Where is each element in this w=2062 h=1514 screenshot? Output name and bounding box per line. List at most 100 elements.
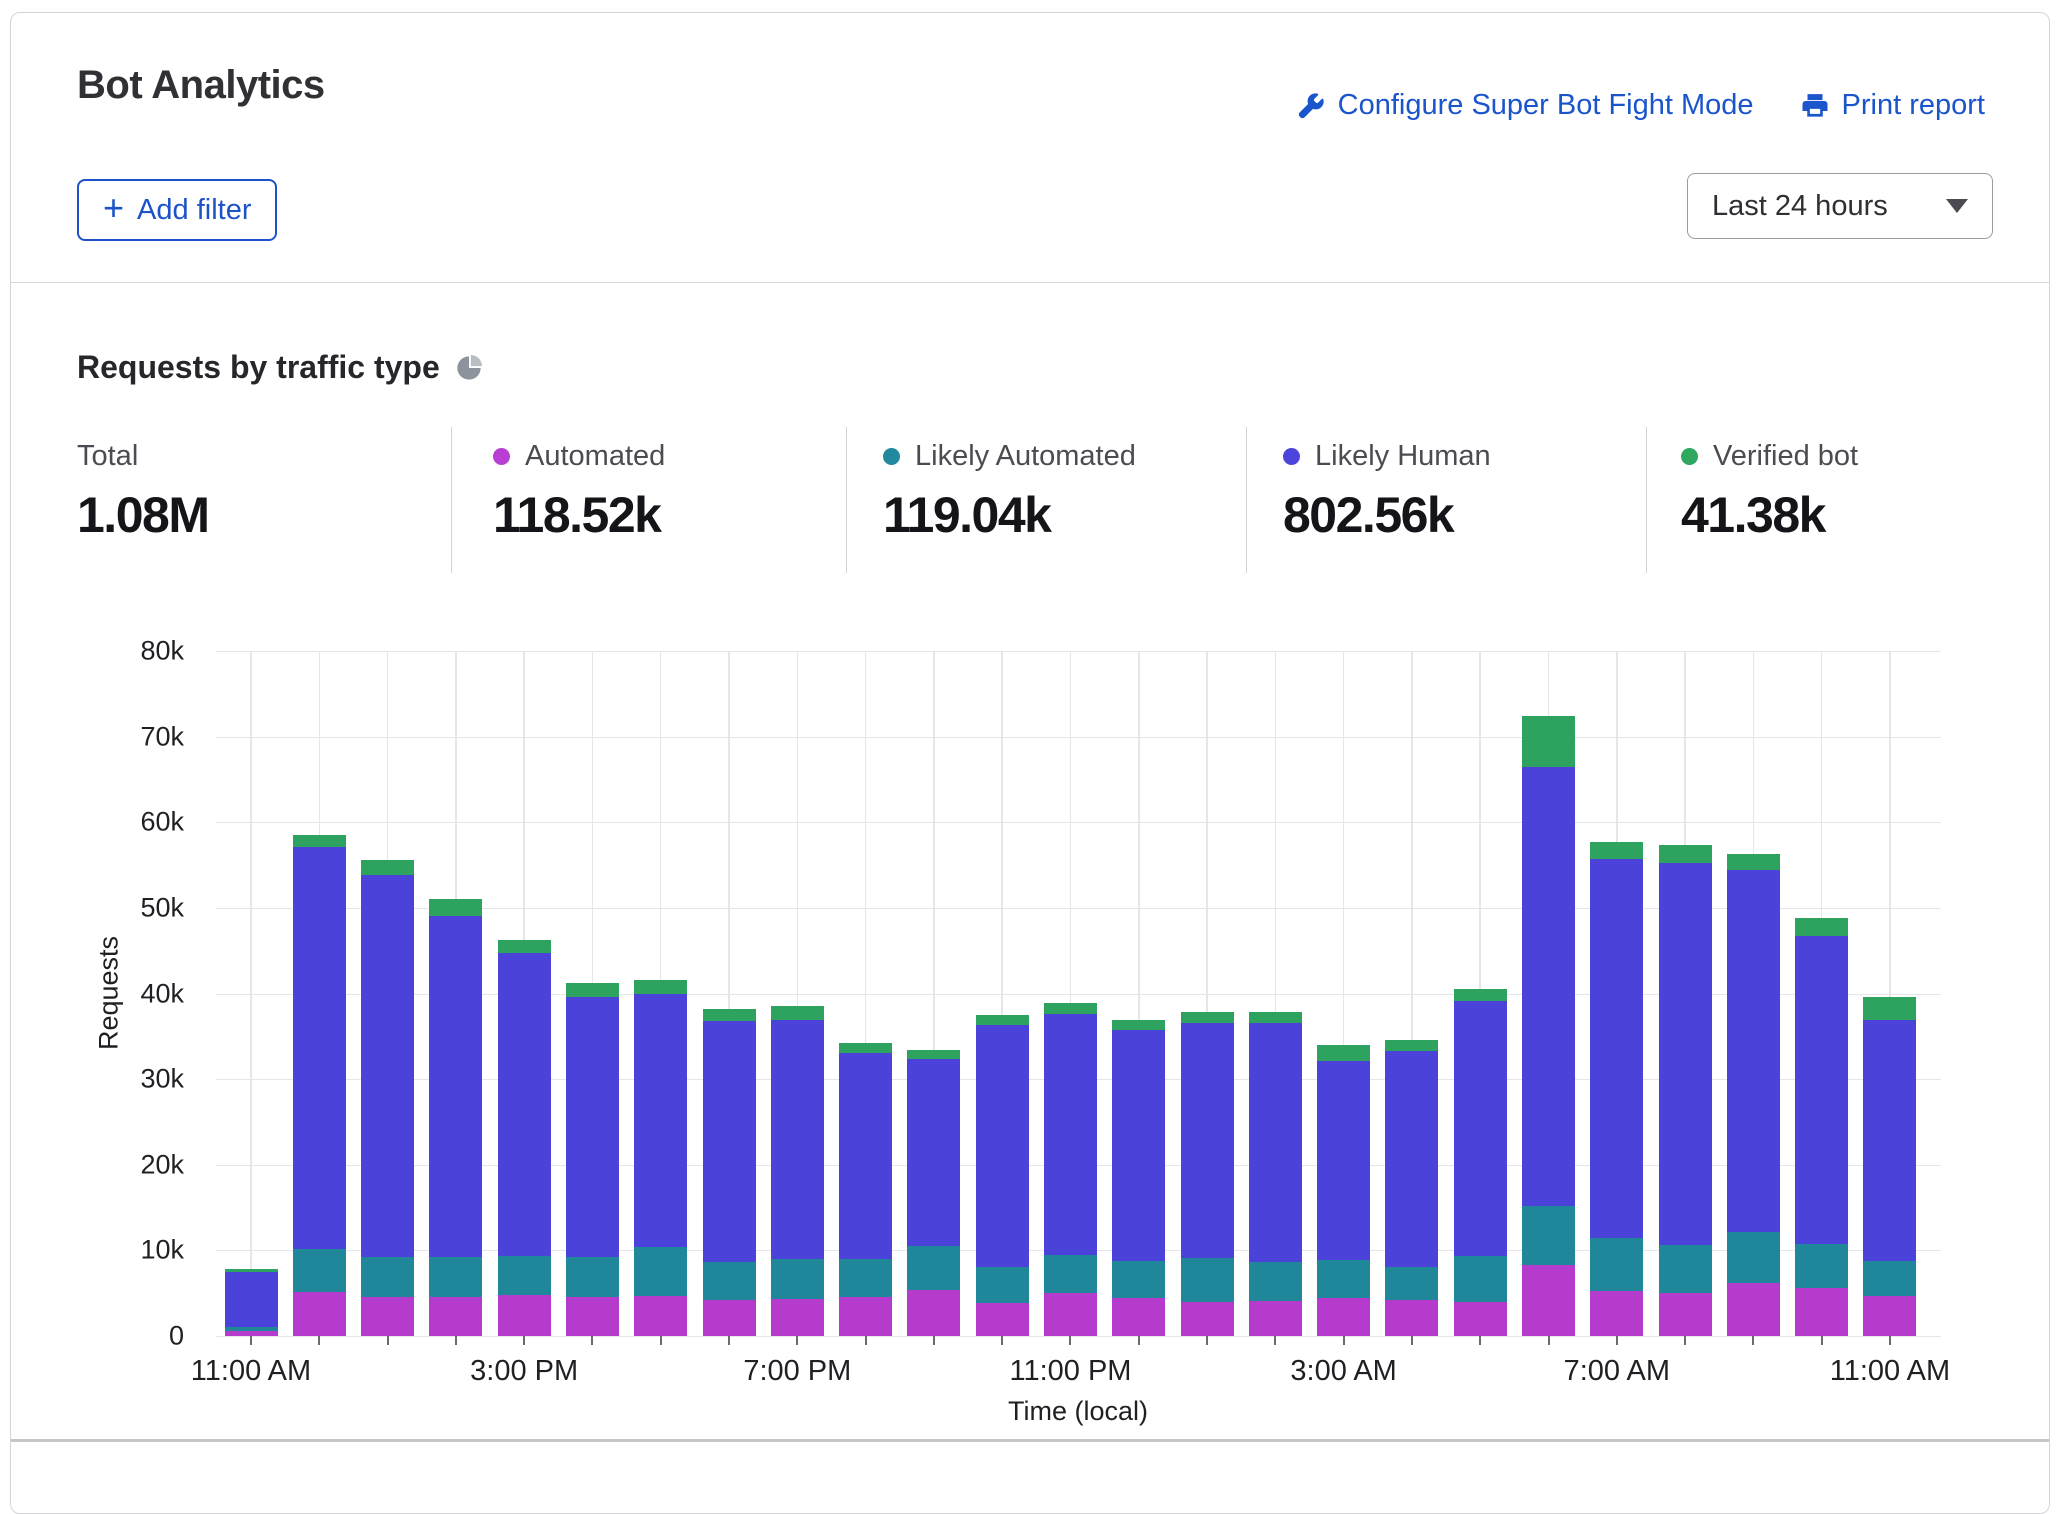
bar-segment-verified-bot[interactable] (1112, 1020, 1166, 1031)
bar-segment-verified-bot[interactable] (497, 940, 551, 954)
bar-13-1200am[interactable] (1112, 1020, 1166, 1336)
bar-23-1000am[interactable] (1795, 918, 1849, 1336)
bar-12-1100pm[interactable] (1043, 1002, 1097, 1336)
bar-segment-likely-human[interactable] (1112, 1030, 1166, 1261)
bar-15-200am[interactable] (1248, 1012, 1302, 1336)
bar-segment-verified-bot[interactable] (907, 1050, 961, 1060)
bar-segment-verified-bot[interactable] (429, 899, 483, 916)
bar-segment-verified-bot[interactable] (565, 983, 619, 997)
bar-segment-automated[interactable] (1522, 1264, 1575, 1336)
bar-segment-likely-automated[interactable] (1658, 1245, 1712, 1294)
bar-segment-verified-bot[interactable] (1043, 1002, 1097, 1015)
bar-segment-likely-human[interactable] (1180, 1022, 1234, 1259)
bar-17-400am[interactable] (1385, 1039, 1439, 1336)
bar-segment-likely-automated[interactable] (1863, 1260, 1917, 1296)
bar-segment-verified-bot[interactable] (1522, 716, 1575, 768)
bar-segment-automated[interactable] (1385, 1300, 1439, 1336)
bar-segment-likely-human[interactable] (839, 1053, 893, 1259)
bar-segment-likely-human[interactable] (1590, 859, 1644, 1239)
bar-24-1100am[interactable] (1863, 996, 1917, 1336)
bar-22-900am[interactable] (1726, 853, 1780, 1336)
bar-segment-likely-automated[interactable] (1522, 1205, 1575, 1265)
bar-segment-automated[interactable] (1043, 1293, 1097, 1336)
bar-segment-automated[interactable] (429, 1297, 483, 1336)
bar-18-500am[interactable] (1453, 989, 1507, 1336)
configure-super-bot-fight-mode-link[interactable]: Configure Super Bot Fight Mode (1296, 89, 1754, 122)
bar-segment-likely-human[interactable] (1795, 936, 1849, 1245)
bar-segment-likely-automated[interactable] (770, 1258, 824, 1300)
bar-segment-verified-bot[interactable] (1590, 841, 1644, 860)
bar-segment-automated[interactable] (361, 1297, 415, 1336)
bar-0-1100am[interactable] (224, 1269, 278, 1336)
bar-segment-likely-automated[interactable] (565, 1257, 619, 1298)
bar-segment-likely-automated[interactable] (975, 1266, 1029, 1303)
bar-segment-likely-automated[interactable] (292, 1248, 346, 1293)
time-range-select[interactable]: Last 24 hours (1687, 173, 1993, 239)
bar-segment-likely-human[interactable] (1248, 1023, 1302, 1263)
bar-2-100pm[interactable] (361, 859, 415, 1336)
bar-segment-verified-bot[interactable] (1726, 853, 1780, 871)
bar-segment-likely-human[interactable] (1317, 1061, 1371, 1260)
bar-segment-likely-human[interactable] (565, 996, 619, 1258)
bar-8-700pm[interactable] (770, 1006, 824, 1336)
bar-segment-verified-bot[interactable] (1180, 1012, 1234, 1023)
bar-segment-likely-human[interactable] (634, 993, 688, 1247)
bar-segment-verified-bot[interactable] (1248, 1012, 1302, 1024)
bar-segment-likely-automated[interactable] (1112, 1260, 1166, 1299)
bar-segment-likely-automated[interactable] (497, 1256, 551, 1295)
add-filter-button[interactable]: + Add filter (77, 179, 278, 241)
bar-segment-likely-automated[interactable] (1248, 1262, 1302, 1301)
bar-segment-likely-human[interactable] (770, 1020, 824, 1259)
bar-segment-automated[interactable] (702, 1300, 756, 1336)
bar-21-800am[interactable] (1658, 845, 1712, 1336)
bar-segment-likely-human[interactable] (1522, 767, 1575, 1206)
bar-segment-likely-automated[interactable] (1385, 1266, 1439, 1301)
bar-segment-verified-bot[interactable] (1795, 918, 1849, 937)
bar-segment-likely-automated[interactable] (839, 1258, 893, 1298)
bar-segment-likely-automated[interactable] (1180, 1258, 1234, 1302)
bar-segment-automated[interactable] (1795, 1288, 1849, 1336)
bar-19-600am[interactable] (1522, 716, 1575, 1336)
bar-segment-automated[interactable] (1726, 1282, 1780, 1336)
bar-3-200pm[interactable] (429, 899, 483, 1336)
bar-segment-likely-human[interactable] (361, 874, 415, 1258)
bar-segment-automated[interactable] (497, 1294, 551, 1336)
bar-segment-verified-bot[interactable] (1863, 996, 1917, 1021)
bar-segment-automated[interactable] (1112, 1298, 1166, 1336)
bar-20-700am[interactable] (1590, 841, 1644, 1336)
print-report-link[interactable]: Print report (1800, 89, 1985, 122)
bar-segment-likely-human[interactable] (1726, 870, 1780, 1232)
bar-segment-likely-human[interactable] (224, 1271, 278, 1327)
bar-segment-automated[interactable] (1180, 1301, 1234, 1336)
bar-segment-likely-human[interactable] (702, 1020, 756, 1262)
bar-segment-automated[interactable] (975, 1302, 1029, 1336)
bar-14-100am[interactable] (1180, 1012, 1234, 1336)
bar-segment-verified-bot[interactable] (770, 1006, 824, 1021)
bar-segment-verified-bot[interactable] (702, 1008, 756, 1021)
bar-segment-likely-human[interactable] (497, 953, 551, 1257)
bar-segment-likely-automated[interactable] (1043, 1254, 1097, 1294)
bar-segment-verified-bot[interactable] (839, 1043, 893, 1054)
bar-segment-automated[interactable] (565, 1297, 619, 1336)
bar-segment-verified-bot[interactable] (975, 1014, 1029, 1026)
bar-segment-likely-human[interactable] (1658, 863, 1712, 1246)
bar-segment-automated[interactable] (1590, 1290, 1644, 1336)
bar-segment-likely-human[interactable] (429, 915, 483, 1258)
bar-segment-likely-human[interactable] (1863, 1020, 1917, 1261)
bar-segment-likely-automated[interactable] (1795, 1244, 1849, 1289)
bar-segment-verified-bot[interactable] (1385, 1039, 1439, 1051)
bar-6-500pm[interactable] (634, 979, 688, 1336)
bar-4-300pm[interactable] (497, 940, 551, 1336)
bar-segment-automated[interactable] (1317, 1298, 1371, 1336)
bar-segment-automated[interactable] (1658, 1293, 1712, 1336)
bar-segment-likely-automated[interactable] (702, 1261, 756, 1301)
bar-11-1000pm[interactable] (975, 1014, 1029, 1336)
bar-segment-likely-human[interactable] (1385, 1050, 1439, 1267)
bar-segment-automated[interactable] (770, 1299, 824, 1336)
bar-segment-likely-automated[interactable] (907, 1246, 961, 1290)
bar-7-600pm[interactable] (702, 1008, 756, 1336)
bar-segment-likely-automated[interactable] (361, 1257, 415, 1298)
bar-segment-automated[interactable] (1248, 1300, 1302, 1336)
bar-5-400pm[interactable] (565, 983, 619, 1336)
bar-segment-likely-automated[interactable] (429, 1257, 483, 1298)
